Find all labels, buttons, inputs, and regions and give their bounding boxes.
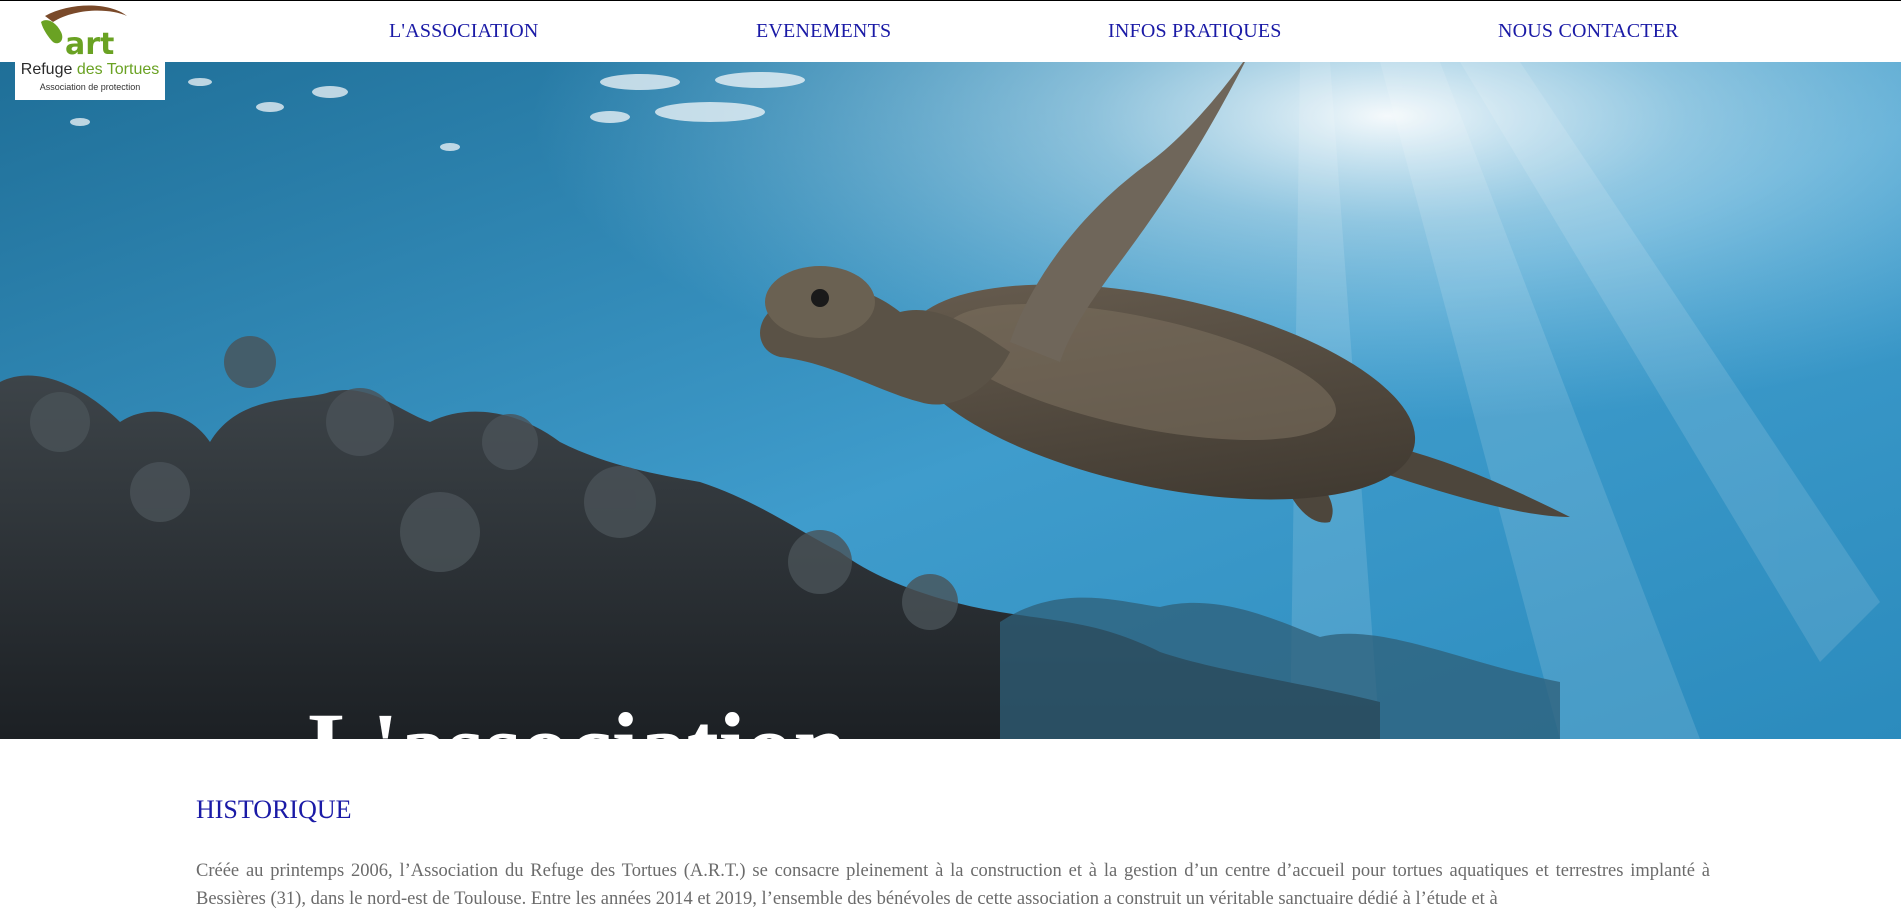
nav-link-evenements[interactable]: EVENEMENTS: [756, 20, 891, 43]
historique-paragraph: Créée au printemps 2006, l’Association d…: [196, 861, 1710, 909]
main-navbar: L'ASSOCIATION EVENEMENTS INFOS PRATIQUES…: [0, 1, 1901, 62]
logo-tagline: Association de protection: [39, 82, 141, 92]
section-heading-historique: HISTORIQUE: [196, 795, 352, 824]
site-logo[interactable]: art Refuge des Tortues Association de pr…: [15, 2, 165, 100]
nav-link-association[interactable]: L'ASSOCIATION: [389, 20, 539, 43]
logo-wordmark: Refuge des Tortues: [20, 61, 160, 78]
hero-banner: L'association: [0, 62, 1901, 739]
nav-link-infos-pratiques[interactable]: INFOS PRATIQUES: [1108, 20, 1282, 43]
sea-turtle-hero-image: [0, 62, 1901, 739]
hero-title: L'association: [308, 699, 847, 739]
nav-link-nous-contacter[interactable]: NOUS CONTACTER: [1498, 20, 1679, 43]
svg-text:art: art: [65, 27, 114, 62]
turtle-logo-icon: art: [41, 5, 127, 62]
